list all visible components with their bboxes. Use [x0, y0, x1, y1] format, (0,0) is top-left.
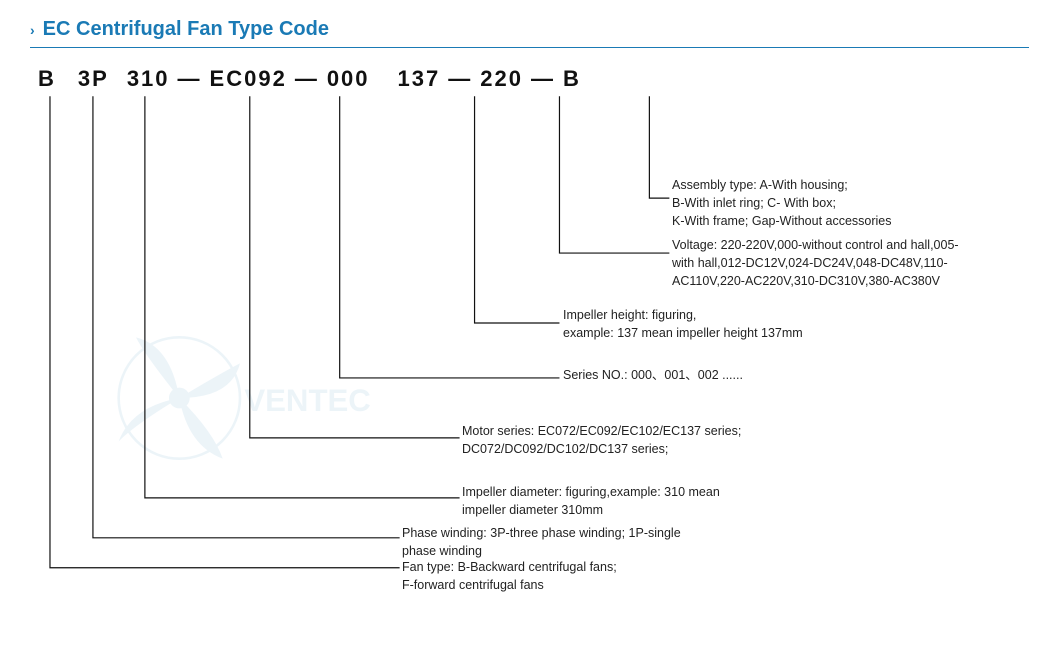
annotation-impeller-height: Impeller height: figuring, example: 137 …	[563, 306, 803, 342]
code-B: B	[38, 66, 56, 92]
watermark-logo: VENTEC	[110, 318, 370, 478]
page-title: EC Centrifugal Fan Type Code	[43, 18, 329, 41]
code-B2: B	[563, 66, 581, 92]
annotation-series: Series NO.: 000、001、002 ......	[563, 366, 743, 384]
title-divider	[30, 47, 1029, 48]
title-row: › EC Centrifugal Fan Type Code	[30, 18, 1029, 41]
diagram-area: B 3P 310 — EC092 — 000 137 — 220 — B	[30, 58, 1029, 618]
code-220: 220	[480, 66, 523, 92]
dash-4: —	[531, 66, 555, 92]
annotation-assembly: Assembly type: A-With housing; B-With in…	[672, 176, 892, 230]
annotation-fan-type: Fan type: B-Backward centrifugal fans; F…	[402, 558, 617, 594]
annotation-voltage: Voltage: 220-220V,000-without control an…	[672, 236, 959, 290]
dash-3: —	[448, 66, 472, 92]
dash-1: —	[178, 66, 202, 92]
page-container: › EC Centrifugal Fan Type Code B 3P 310 …	[0, 0, 1059, 668]
code-310: 310	[127, 66, 170, 92]
code-EC092: EC092	[210, 66, 287, 92]
title-chevron-icon: ›	[30, 22, 35, 38]
code-137: 137	[398, 66, 441, 92]
annotation-phase: Phase winding: 3P-three phase winding; 1…	[402, 524, 681, 560]
annotation-motor: Motor series: EC072/EC092/EC102/EC137 se…	[462, 422, 741, 458]
code-3P: 3P	[78, 66, 109, 92]
dash-2: —	[295, 66, 319, 92]
svg-text:VENTEC: VENTEC	[244, 383, 370, 418]
code-000: 000	[327, 66, 370, 92]
annotation-impeller-dia: Impeller diameter: figuring,example: 310…	[462, 483, 720, 519]
